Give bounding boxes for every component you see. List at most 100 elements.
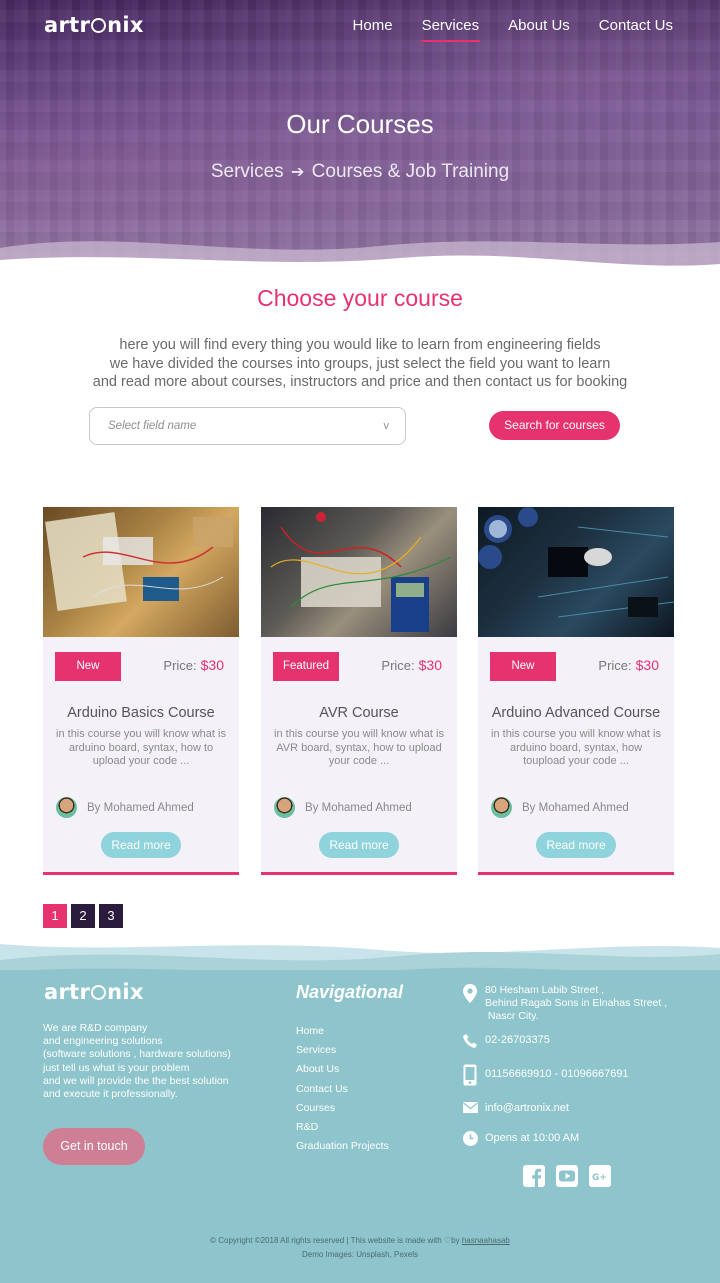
- google-plus-icon[interactable]: G+: [589, 1165, 611, 1187]
- author-name: By Mohamed Ahmed: [305, 801, 412, 814]
- badge-new: New: [490, 652, 556, 681]
- price-label: Price:: [163, 658, 197, 673]
- badge-featured: Featured: [273, 652, 339, 681]
- price-label: Price:: [381, 658, 415, 673]
- clock-icon: [462, 1131, 478, 1146]
- about-line: and execute it professionally.: [43, 1088, 178, 1101]
- about-line: and we will provide the the best solutio…: [43, 1074, 229, 1087]
- price-label: Price:: [598, 658, 632, 673]
- footer-nav-title: Navigational: [296, 982, 404, 1002]
- price-value: $30: [418, 657, 442, 673]
- address-line: Nascr City.: [485, 1010, 539, 1022]
- course-card: Featured Price: $30 AVR Course in this co…: [261, 507, 457, 875]
- author-name: By Mohamed Ahmed: [522, 801, 629, 814]
- address-line: Behind Ragab Sons in Elnahas Street ,: [485, 997, 668, 1009]
- breadcrumb: Services ➔ Courses & Job Training: [0, 161, 720, 183]
- opening-hours: Opens at 10:00 AM: [485, 1132, 580, 1144]
- logo[interactable]: artr nix: [44, 13, 144, 37]
- intro-line: we have divided the courses into groups,…: [109, 355, 611, 372]
- intro-line: and read more about courses, instructors…: [92, 374, 628, 390]
- field-select[interactable]: Select field name v: [89, 407, 406, 445]
- nav-contact-us[interactable]: Contact Us: [599, 17, 673, 42]
- mobile-icon: [462, 1064, 478, 1086]
- price: Price: $30: [598, 657, 659, 673]
- price: Price: $30: [163, 657, 224, 673]
- page-3[interactable]: 3: [99, 904, 123, 928]
- contact-hours: Opens at 10:00 AM: [462, 1131, 579, 1146]
- about-line: (software solutions , hardware solutions…: [43, 1048, 231, 1061]
- read-more-button[interactable]: Read more: [101, 832, 181, 858]
- contact-mobile: 01156669910 - 01096667691: [462, 1064, 629, 1086]
- intro-text: here you will find every thing you would…: [0, 336, 720, 392]
- avatar: [491, 797, 512, 818]
- author-name: By Mohamed Ahmed: [87, 801, 194, 814]
- badge-new: New: [55, 652, 121, 681]
- email-address[interactable]: info@artronix.net: [485, 1102, 569, 1114]
- contact-address: 80 Hesham Labib Street , Behind Ragab So…: [462, 984, 667, 1023]
- avatar: [56, 797, 77, 818]
- search-courses-button[interactable]: Search for courses: [489, 411, 620, 440]
- course-image[interactable]: [43, 507, 239, 637]
- page-2[interactable]: 2: [71, 904, 95, 928]
- phone-number[interactable]: 02-26703375: [485, 1034, 550, 1046]
- course-description: in this course you will know what is ard…: [56, 728, 226, 767]
- footer-nav-graduation-projects[interactable]: Graduation Projects: [296, 1137, 389, 1156]
- phone-icon: [462, 1034, 478, 1048]
- course-title[interactable]: Arduino Advanced Course: [478, 705, 674, 721]
- pagination: 1 2 3: [43, 904, 123, 928]
- about-line: just tell us what is your problem: [43, 1061, 190, 1074]
- mobile-numbers[interactable]: 01156669910 - 01096667691: [485, 1068, 629, 1080]
- footer-nav-rnd[interactable]: R&D: [296, 1118, 389, 1137]
- intro-line: here you will find every thing you would…: [119, 337, 601, 353]
- nav-home[interactable]: Home: [353, 17, 393, 42]
- course-author: By Mohamed Ahmed: [491, 797, 629, 818]
- footer-about: We are R&D company and engineering solut…: [43, 1022, 231, 1101]
- page-title: Our Courses: [286, 109, 434, 139]
- course-description: in this course you will know what is ard…: [491, 728, 661, 767]
- select-placeholder: Select field name: [108, 420, 197, 432]
- copyright-text: © Copyright ©2018 All rights reserved | …: [210, 1236, 442, 1245]
- course-image[interactable]: [478, 507, 674, 637]
- read-more-button[interactable]: Read more: [536, 832, 616, 858]
- price: Price: $30: [381, 657, 442, 673]
- svg-text:G+: G+: [592, 1173, 607, 1183]
- course-description: in this course you will know what is AVR…: [274, 728, 444, 767]
- youtube-icon[interactable]: [556, 1165, 578, 1187]
- course-card: New Price: $30 Arduino Advanced Course in…: [478, 507, 674, 875]
- read-more-button[interactable]: Read more: [319, 832, 399, 858]
- course-author: By Mohamed Ahmed: [274, 797, 412, 818]
- page-1[interactable]: 1: [43, 904, 67, 928]
- facebook-icon[interactable]: [523, 1165, 545, 1187]
- address-line: 80 Hesham Labib Street ,: [485, 984, 605, 996]
- footer-nav-services[interactable]: Services: [296, 1041, 389, 1060]
- about-line: and engineering solutions: [43, 1035, 163, 1048]
- breadcrumb-current: Courses & Job Training: [311, 161, 510, 182]
- get-in-touch-button[interactable]: Get in touch: [43, 1128, 145, 1165]
- price-value: $30: [200, 657, 224, 673]
- social-links: G+: [523, 1165, 611, 1187]
- course-title[interactable]: AVR Course: [261, 705, 457, 721]
- nav-about-us[interactable]: About Us: [508, 17, 570, 42]
- about-line: We are R&D company: [43, 1022, 148, 1034]
- price-value: $30: [635, 657, 659, 673]
- arrow-right-icon: ➔: [290, 164, 305, 181]
- footer-logo[interactable]: artr nix: [44, 980, 144, 1004]
- copyright-by: by: [451, 1236, 460, 1245]
- course-image[interactable]: [261, 507, 457, 637]
- envelope-icon: [462, 1102, 478, 1113]
- location-pin-icon: [462, 984, 478, 1003]
- nav-services[interactable]: Services: [420, 17, 480, 42]
- main-nav: Home Services About Us Contact Us: [353, 17, 673, 42]
- footer-nav-home[interactable]: Home: [296, 1022, 389, 1041]
- section-heading: Choose your course: [257, 285, 463, 311]
- hero-wave: [0, 241, 720, 280]
- footer-nav-contact-us[interactable]: Contact Us: [296, 1080, 389, 1099]
- author-link[interactable]: hasnaahasab: [462, 1236, 510, 1245]
- demo-images-credit: Demo Images: Unsplash, Pexels: [301, 1250, 419, 1259]
- contact-phone: 02-26703375: [462, 1034, 550, 1048]
- course-title[interactable]: Arduino Basics Course: [43, 705, 239, 721]
- footer-nav-courses[interactable]: Courses: [296, 1099, 389, 1118]
- avatar: [274, 797, 295, 818]
- footer-nav-about-us[interactable]: About Us: [296, 1060, 389, 1079]
- breadcrumb-services[interactable]: Services: [211, 161, 284, 182]
